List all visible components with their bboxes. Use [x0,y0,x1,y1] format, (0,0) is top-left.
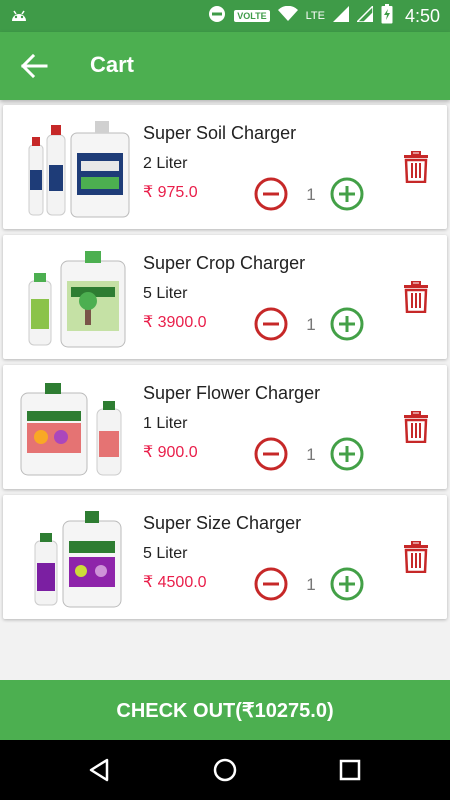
nav-home-icon[interactable] [212,757,238,783]
lte-label: LTE [305,10,325,22]
minus-circle-icon[interactable] [254,177,288,211]
product-image [34,511,122,608]
product-name: Super Size Charger [143,513,302,533]
android-icon [10,7,28,28]
nav-recents-icon[interactable] [337,757,363,783]
product-price: ₹ 900.0 [143,444,198,461]
minus-circle-icon[interactable] [254,567,288,601]
product-image [20,383,122,476]
product-image [28,121,130,218]
product-name: Super Soil Charger [143,123,297,143]
signal-icon [355,3,374,27]
cart-item: Super Size Charger 5 Liter ₹ 4500.0 1 [3,495,447,619]
trash-icon[interactable] [403,410,429,444]
volte-badge: VOLTE [234,10,270,22]
checkout-button[interactable]: CHECK OUT(₹10275.0) [0,680,450,740]
product-price: ₹ 3900.0 [143,314,207,331]
minus-circle-icon[interactable] [254,307,288,341]
product-name: Super Crop Charger [143,253,306,273]
plus-circle-icon[interactable] [330,177,364,211]
cart-item: Super Soil Charger 2 Liter ₹ 975.0 1 [3,105,447,229]
product-size: 5 Liter [143,285,188,302]
quantity-value: 1 [306,575,316,594]
status-bar: VOLTE LTE 4:50 [0,0,450,32]
minus-circle-icon[interactable] [254,437,288,471]
cart-item: Super Crop Charger 5 Liter ₹ 3900.0 1 [3,235,447,359]
nav-back-icon[interactable] [87,757,113,783]
system-nav-bar [0,740,450,800]
product-size: 2 Liter [143,155,188,172]
app-bar: Cart [0,32,450,100]
signal-icon [332,5,349,27]
plus-circle-icon[interactable] [330,307,364,341]
cart-item: Super Flower Charger 1 Liter ₹ 900.0 1 [3,365,447,489]
plus-circle-icon[interactable] [330,567,364,601]
product-size: 1 Liter [143,415,188,432]
clock: 4:50 [404,5,440,26]
block-icon [208,5,226,28]
product-price: ₹ 4500.0 [143,574,207,591]
battery-icon [381,3,393,29]
back-arrow-icon[interactable] [20,53,50,79]
trash-icon[interactable] [403,540,429,574]
trash-icon[interactable] [403,280,429,314]
quantity-value: 1 [306,315,316,334]
product-price: ₹ 975.0 [143,184,198,201]
product-image [28,251,126,348]
plus-circle-icon[interactable] [330,437,364,471]
trash-icon[interactable] [403,150,429,184]
page-title: Cart [90,52,135,77]
product-name: Super Flower Charger [143,383,321,403]
quantity-value: 1 [306,185,316,204]
wifi-icon [277,5,298,27]
quantity-value: 1 [306,445,316,464]
product-size: 5 Liter [143,545,188,562]
